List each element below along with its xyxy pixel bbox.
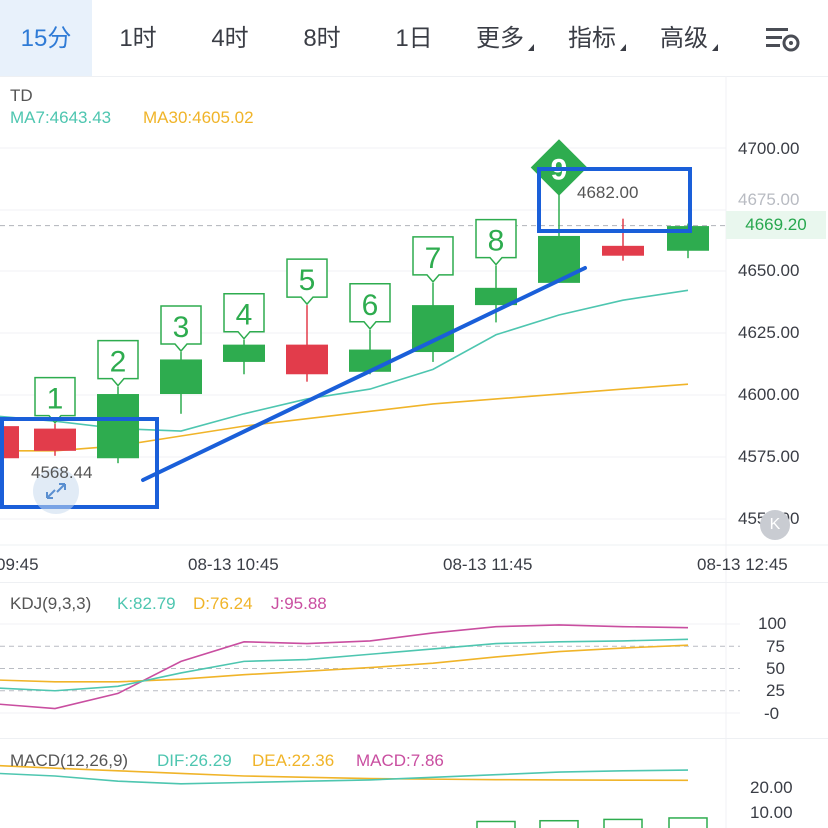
macd-dif-line — [0, 769, 689, 785]
kdj-k-line — [0, 638, 689, 692]
x-tick: 08-13 12:45 — [697, 555, 788, 574]
y-tick: 4575.00 — [738, 447, 800, 466]
candle-body — [538, 235, 580, 283]
y-tick: 4625.00 — [738, 323, 800, 342]
kdj-y-tick: 50 — [766, 659, 785, 678]
td-count-label: 3 — [173, 311, 190, 344]
x-tick: 09:45 — [0, 555, 39, 574]
candle-body — [349, 349, 391, 372]
kdj-y-tick: 100 — [758, 614, 787, 633]
td-count-label: 5 — [299, 264, 316, 297]
kdj-separator — [0, 582, 828, 583]
macd-y-tick: 10.00 — [750, 803, 793, 822]
td-count-label: 2 — [110, 346, 127, 379]
k-line-button[interactable]: K — [760, 510, 790, 540]
candle-body — [602, 245, 644, 256]
macd-title: MACD(12,26,9) — [10, 751, 129, 770]
x-tick: 08-13 11:45 — [443, 555, 533, 574]
y-tick: 4650.00 — [738, 261, 800, 280]
macd-dif-label: DIF:26.29 — [157, 751, 232, 770]
macd-dea-label: DEA:22.36 — [252, 751, 335, 770]
ma7-label: MA7:4643.43 — [10, 108, 112, 127]
y-tick: 4700.00 — [738, 139, 800, 158]
macd-histogram-bar — [476, 820, 516, 828]
kdj-k-label: K:82.79 — [117, 594, 176, 613]
td-count-label: 4 — [236, 299, 253, 332]
x-tick: 08-13 10:45 — [188, 555, 279, 574]
candle-body — [223, 344, 265, 362]
high-price-marker: 4682.00 — [577, 183, 639, 202]
kdj-y-tick: 75 — [766, 637, 785, 656]
kdj-y-tick: -0 — [764, 704, 780, 723]
candle-body — [412, 305, 454, 353]
candle-body — [286, 344, 328, 375]
kdj-j-label: J:95.88 — [271, 594, 327, 613]
kdj-d-line — [0, 644, 689, 683]
kdj-y-tick: 25 — [766, 681, 785, 700]
kdj-title: KDJ(9,3,3) — [10, 594, 92, 613]
chart-canvas[interactable]: 123 456789 — [0, 0, 828, 828]
macd-histogram-bar — [539, 819, 579, 828]
td-count-label: 7 — [425, 242, 442, 275]
kdj-j-line — [0, 624, 689, 710]
indicator-title: TD — [10, 86, 33, 105]
macd-value-label: MACD:7.86 — [356, 751, 444, 770]
candle-body — [34, 428, 76, 451]
kdj-d-label: D:76.24 — [193, 594, 253, 613]
y-tick: 4600.00 — [738, 385, 800, 404]
macd-separator — [0, 738, 828, 739]
macd-histogram-bar — [603, 818, 643, 828]
td-count-label: 1 — [47, 383, 64, 416]
last-price-tag: 4669.20 — [726, 211, 826, 239]
td-count-label: 8 — [488, 225, 505, 258]
candle-body — [97, 394, 139, 459]
ma30-label: MA30:4605.02 — [143, 108, 254, 127]
low-price-marker: 4568.44 — [31, 463, 93, 482]
td-count-label: 6 — [362, 289, 379, 322]
candle-body — [160, 359, 202, 395]
y-tick: 4675.00 — [738, 190, 800, 209]
macd-y-tick: 20.00 — [750, 778, 793, 797]
macd-histogram-bar — [668, 817, 708, 828]
